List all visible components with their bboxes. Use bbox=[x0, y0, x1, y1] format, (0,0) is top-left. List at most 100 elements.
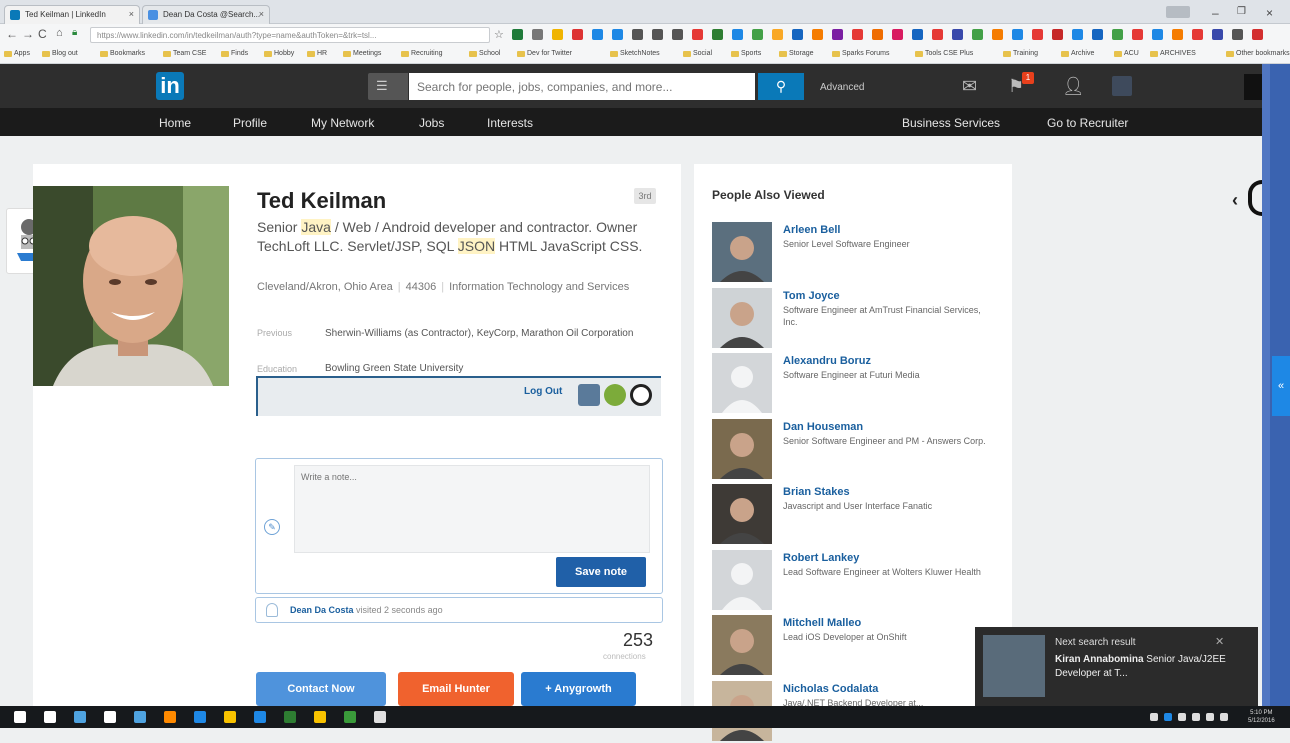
browser-tab-linkedin[interactable]: Ted Keilman | LinkedIn × bbox=[4, 5, 140, 24]
person-name[interactable]: Nicholas Codalata bbox=[783, 683, 878, 695]
extension-icon[interactable] bbox=[832, 29, 843, 40]
back-icon[interactable]: ← bbox=[6, 27, 18, 41]
extension-icon[interactable] bbox=[632, 29, 643, 40]
close-tab-icon[interactable]: × bbox=[129, 9, 134, 19]
taskbar-app-icon[interactable] bbox=[344, 711, 356, 723]
extension-icon[interactable] bbox=[592, 29, 603, 40]
taskbar-app-icon[interactable] bbox=[104, 711, 116, 723]
extension-icon[interactable] bbox=[852, 29, 863, 40]
tray-icon[interactable] bbox=[1150, 713, 1158, 721]
person-item[interactable]: Dan Houseman Senior Software Engineer and… bbox=[712, 418, 1012, 481]
note-textarea[interactable] bbox=[294, 465, 650, 553]
person-name[interactable]: Alexandru Boruz bbox=[783, 355, 871, 367]
bookmark-item[interactable]: Recruiting bbox=[401, 50, 443, 57]
extension-icon[interactable] bbox=[812, 29, 823, 40]
tool-green-icon[interactable] bbox=[604, 384, 626, 406]
bookmark-item[interactable]: Apps bbox=[4, 50, 30, 57]
extension-icon[interactable] bbox=[1152, 29, 1163, 40]
person-name[interactable]: Arleen Bell bbox=[783, 224, 840, 236]
start-icon[interactable] bbox=[14, 711, 26, 723]
extension-icon[interactable] bbox=[972, 29, 983, 40]
extension-icon[interactable] bbox=[1032, 29, 1043, 40]
extension-icon[interactable] bbox=[952, 29, 963, 40]
close-window-icon[interactable]: × bbox=[1266, 6, 1273, 20]
person-item[interactable]: Tom Joyce Software Engineer at AmTrust Fi… bbox=[712, 287, 1012, 350]
tray-icon[interactable] bbox=[1164, 713, 1172, 721]
person-name[interactable]: Dan Houseman bbox=[783, 421, 863, 433]
extension-icon[interactable] bbox=[772, 29, 783, 40]
bookmark-item[interactable]: Sports bbox=[731, 50, 761, 57]
extension-icon[interactable] bbox=[1172, 29, 1183, 40]
person-avatar[interactable] bbox=[712, 549, 772, 610]
extension-icon[interactable] bbox=[512, 29, 523, 40]
person-name[interactable]: Robert Lankey bbox=[783, 552, 859, 564]
bookmark-item[interactable]: School bbox=[469, 50, 500, 57]
extension-icon[interactable] bbox=[1192, 29, 1203, 40]
bookmark-item[interactable]: Team CSE bbox=[163, 50, 206, 57]
person-item[interactable]: Mitchell Malleo Lead iOS Developer at OnS… bbox=[712, 615, 1012, 677]
tool-monitor-icon[interactable] bbox=[578, 384, 600, 406]
taskbar-clock[interactable]: 5:10 PM 5/12/2016 bbox=[1248, 709, 1275, 725]
forward-icon[interactable]: → bbox=[22, 27, 34, 41]
contact-now-button[interactable]: Contact Now bbox=[256, 672, 386, 706]
bookmark-item[interactable]: Other bookmarks bbox=[1226, 50, 1290, 57]
email-hunter-button[interactable]: Email Hunter bbox=[398, 672, 514, 706]
bookmark-item[interactable]: Meetings bbox=[343, 50, 381, 57]
bookmark-item[interactable]: Training bbox=[1003, 50, 1038, 57]
person-item[interactable]: Alexandru Boruz Software Engineer at Futu… bbox=[712, 353, 1012, 415]
tray-icon[interactable] bbox=[1220, 713, 1228, 721]
nav-home[interactable]: Home bbox=[159, 116, 191, 130]
person-name[interactable]: Brian Stakes bbox=[783, 486, 850, 498]
person-item[interactable]: Brian Stakes Javascript and User Interfac… bbox=[712, 484, 1012, 546]
advanced-search-link[interactable]: Advanced bbox=[820, 82, 864, 93]
taskbar-app-icon[interactable] bbox=[284, 711, 296, 723]
save-note-button[interactable]: Save note bbox=[556, 557, 646, 587]
visitor-name[interactable]: Dean Da Costa bbox=[290, 605, 354, 615]
extension-icon[interactable] bbox=[572, 29, 583, 40]
bookmark-item[interactable]: Social bbox=[683, 50, 712, 57]
extension-icon[interactable] bbox=[692, 29, 703, 40]
extension-icon[interactable] bbox=[1072, 29, 1083, 40]
search-category-select[interactable]: ☰ bbox=[368, 73, 408, 100]
add-connection-icon[interactable]: 👤︎ bbox=[1062, 76, 1085, 97]
bookmark-item[interactable]: Blog out bbox=[42, 50, 78, 57]
extension-icon[interactable] bbox=[1012, 29, 1023, 40]
extension-icon[interactable] bbox=[1232, 29, 1243, 40]
nav-jobs[interactable]: Jobs bbox=[419, 116, 444, 130]
extension-icon[interactable] bbox=[652, 29, 663, 40]
extension-icon[interactable] bbox=[1092, 29, 1103, 40]
tool-clock-icon[interactable] bbox=[630, 384, 652, 406]
extension-icon[interactable] bbox=[912, 29, 923, 40]
person-item[interactable]: Robert Lankey Lead Software Engineer at W… bbox=[712, 549, 1012, 612]
sidebar-toggle-button[interactable]: « bbox=[1272, 356, 1290, 416]
person-name[interactable]: Tom Joyce bbox=[783, 290, 840, 302]
close-tab-icon[interactable]: × bbox=[259, 9, 264, 19]
nav-my-network[interactable]: My Network bbox=[311, 116, 374, 130]
profile-chip[interactable] bbox=[1166, 6, 1190, 18]
next-search-result-toast[interactable]: Next search result Kiran Annabomina Seni… bbox=[975, 627, 1258, 706]
extension-icon[interactable] bbox=[892, 29, 903, 40]
person-avatar[interactable] bbox=[712, 353, 772, 413]
reload-icon[interactable]: C bbox=[38, 27, 47, 41]
bookmark-item[interactable]: Storage bbox=[779, 50, 814, 57]
minimize-icon[interactable]: – bbox=[1212, 6, 1219, 20]
person-avatar[interactable] bbox=[712, 222, 772, 282]
bookmark-item[interactable]: Bookmarks bbox=[100, 50, 145, 57]
extension-icon[interactable] bbox=[1252, 29, 1263, 40]
logout-link[interactable]: Log Out bbox=[524, 386, 562, 397]
extension-icon[interactable] bbox=[932, 29, 943, 40]
extension-icon[interactable] bbox=[752, 29, 763, 40]
extension-icon[interactable] bbox=[612, 29, 623, 40]
bookmark-item[interactable]: ACU bbox=[1114, 50, 1139, 57]
taskbar-app-icon[interactable] bbox=[44, 711, 56, 723]
taskbar-app-icon[interactable] bbox=[314, 711, 326, 723]
extension-icon[interactable] bbox=[992, 29, 1003, 40]
nav-profile[interactable]: Profile bbox=[233, 116, 267, 130]
extension-icon[interactable] bbox=[792, 29, 803, 40]
extension-icon[interactable] bbox=[532, 29, 543, 40]
person-avatar[interactable] bbox=[712, 484, 772, 544]
search-input[interactable] bbox=[409, 73, 755, 100]
person-name[interactable]: Mitchell Malleo bbox=[783, 617, 861, 629]
taskbar-app-icon[interactable] bbox=[374, 711, 386, 723]
taskbar-app-icon[interactable] bbox=[194, 711, 206, 723]
